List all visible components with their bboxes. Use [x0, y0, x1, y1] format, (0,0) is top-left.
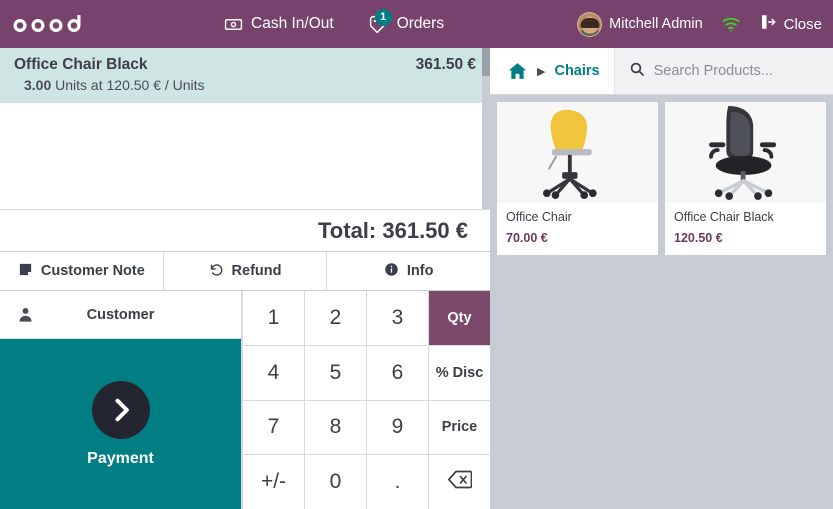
- set-customer-button[interactable]: Customer: [0, 291, 242, 339]
- order-total-row: Total: 361.50 €: [0, 210, 490, 252]
- home-icon[interactable]: [507, 61, 528, 81]
- product-name: Office Chair Black: [674, 210, 774, 224]
- customer-note-button[interactable]: Customer Note: [0, 252, 164, 290]
- numpad-3[interactable]: 3: [367, 291, 428, 345]
- search-products-box[interactable]: Search Products...: [613, 48, 833, 94]
- numpad-backspace[interactable]: [429, 455, 490, 509]
- payment-button[interactable]: Payment: [0, 339, 242, 509]
- product-price: 120.50 €: [674, 231, 723, 245]
- customer-label: Customer: [86, 306, 155, 323]
- orderline-total-price: 361.50 €: [415, 56, 476, 73]
- numpad-5-label: 5: [329, 360, 342, 384]
- product-price: 70.00 €: [506, 231, 548, 245]
- numpad-decimal-label: .: [394, 470, 401, 494]
- money-bill-icon: [224, 15, 243, 34]
- numpad-8[interactable]: 8: [305, 400, 366, 455]
- breadcrumb-current-category[interactable]: Chairs: [554, 63, 599, 79]
- wifi-icon[interactable]: [721, 16, 741, 32]
- numpad-9[interactable]: 9: [367, 400, 428, 455]
- numpad-discount[interactable]: % Disc: [429, 345, 490, 400]
- order-panel: Office Chair Black 361.50 € 3.00 Units a…: [0, 48, 490, 509]
- order-action-bar: Customer Note Refund Info: [0, 252, 490, 291]
- refund-button[interactable]: Refund: [164, 252, 328, 290]
- top-bar-center: Cash In/Out 1 Orders: [222, 0, 446, 48]
- numpad-4-label: 4: [267, 360, 280, 384]
- orderline-product-name: Office Chair Black: [14, 56, 148, 73]
- product-grid: Office Chair 70.00 € Office Chair Black …: [490, 95, 833, 509]
- close-button[interactable]: Close: [759, 13, 822, 35]
- product-header: ▶ Chairs Search Products...: [490, 48, 833, 95]
- info-button[interactable]: Info: [327, 252, 490, 290]
- product-panel: ▶ Chairs Search Products... Office Chair…: [490, 48, 833, 509]
- info-label: Info: [406, 263, 434, 279]
- info-circle-icon: [384, 262, 399, 281]
- orders-button[interactable]: 1 Orders: [366, 8, 446, 39]
- user-name: Mitchell Admin: [609, 16, 703, 32]
- numpad-qty-label: Qty: [447, 309, 472, 326]
- top-bar: Cash In/Out 1 Orders Mitchell Admin Clos…: [0, 0, 833, 48]
- refund-label: Refund: [231, 263, 282, 279]
- product-card[interactable]: Office Chair 70.00 €: [497, 102, 658, 255]
- backspace-icon: [447, 470, 472, 494]
- numpad-7-label: 7: [267, 415, 280, 439]
- order-lower-section: Customer Payment 1 2 3 Qty 4 5 6 % Disc 7 8 9 Price…: [0, 291, 490, 509]
- cash-in-out-button[interactable]: Cash In/Out: [222, 11, 336, 38]
- numpad: 1 2 3 Qty 4 5 6 % Disc 7 8 9 Price +/- 0.: [242, 291, 490, 509]
- product-name: Office Chair: [506, 210, 572, 224]
- numpad-price-label: Price: [441, 419, 478, 436]
- numpad-8-label: 8: [329, 415, 342, 439]
- numpad-0-label: 0: [329, 470, 342, 494]
- orderlines-list: Office Chair Black 361.50 € 3.00 Units a…: [0, 48, 490, 210]
- numpad-6-label: 6: [391, 360, 404, 384]
- numpad-4[interactable]: 4: [243, 345, 304, 400]
- orderline-quantity: 3.00: [24, 77, 52, 93]
- numpad-1-label: 1: [267, 305, 280, 329]
- scrollbar-thumb[interactable]: [482, 48, 490, 76]
- odoo-logo[interactable]: [11, 11, 89, 37]
- orderline-unit-detail: Units at 120.50 € / Units: [55, 77, 205, 93]
- numpad-6[interactable]: 6: [367, 345, 428, 400]
- numpad-price[interactable]: Price: [429, 400, 490, 455]
- numpad-plusminus-label: +/-: [260, 470, 287, 494]
- numpad-2[interactable]: 2: [305, 291, 366, 345]
- customer-payment-column: Customer Payment: [0, 291, 242, 509]
- breadcrumb: ▶ Chairs: [490, 48, 614, 94]
- pos-screen: Cash In/Out 1 Orders Mitchell Admin Clos…: [0, 0, 833, 509]
- product-image-office-chair: [497, 102, 658, 203]
- numpad-2-label: 2: [329, 305, 342, 329]
- top-bar-right: Mitchell Admin Close: [577, 0, 822, 48]
- numpad-7[interactable]: 7: [243, 400, 304, 455]
- orderline-selected[interactable]: Office Chair Black 361.50 € 3.00 Units a…: [0, 48, 490, 103]
- chevron-right-icon: [91, 380, 150, 439]
- person-icon: [17, 306, 34, 323]
- sign-out-icon: [759, 13, 777, 35]
- numpad-5[interactable]: 5: [305, 345, 366, 400]
- numpad-qty[interactable]: Qty: [429, 291, 490, 345]
- product-image-office-chair-black: [665, 102, 826, 203]
- note-icon: [18, 262, 33, 281]
- numpad-1[interactable]: 1: [243, 291, 304, 345]
- search-input[interactable]: Search Products...: [654, 63, 773, 79]
- avatar: [577, 11, 603, 37]
- numpad-9-label: 9: [391, 415, 404, 439]
- payment-label: Payment: [87, 449, 154, 467]
- breadcrumb-separator: ▶: [537, 65, 546, 78]
- customer-note-label: Customer Note: [40, 263, 145, 279]
- user-menu[interactable]: Mitchell Admin: [577, 11, 703, 37]
- search-icon: [629, 61, 645, 82]
- product-card[interactable]: Office Chair Black 120.50 €: [665, 102, 826, 255]
- orderlines-scrollbar[interactable]: [482, 48, 490, 209]
- orders-label: Orders: [396, 15, 445, 32]
- numpad-0[interactable]: 0: [305, 455, 366, 509]
- numpad-plusminus[interactable]: +/-: [243, 455, 304, 509]
- undo-icon: [209, 262, 224, 281]
- numpad-decimal[interactable]: .: [367, 455, 428, 509]
- close-label: Close: [783, 15, 822, 33]
- numpad-3-label: 3: [391, 305, 404, 329]
- orders-count-badge: 1: [374, 8, 392, 26]
- order-total-label: Total: 361.50 €: [318, 217, 468, 243]
- numpad-discount-label: % Disc: [435, 364, 484, 381]
- cash-in-out-label: Cash In/Out: [251, 15, 334, 32]
